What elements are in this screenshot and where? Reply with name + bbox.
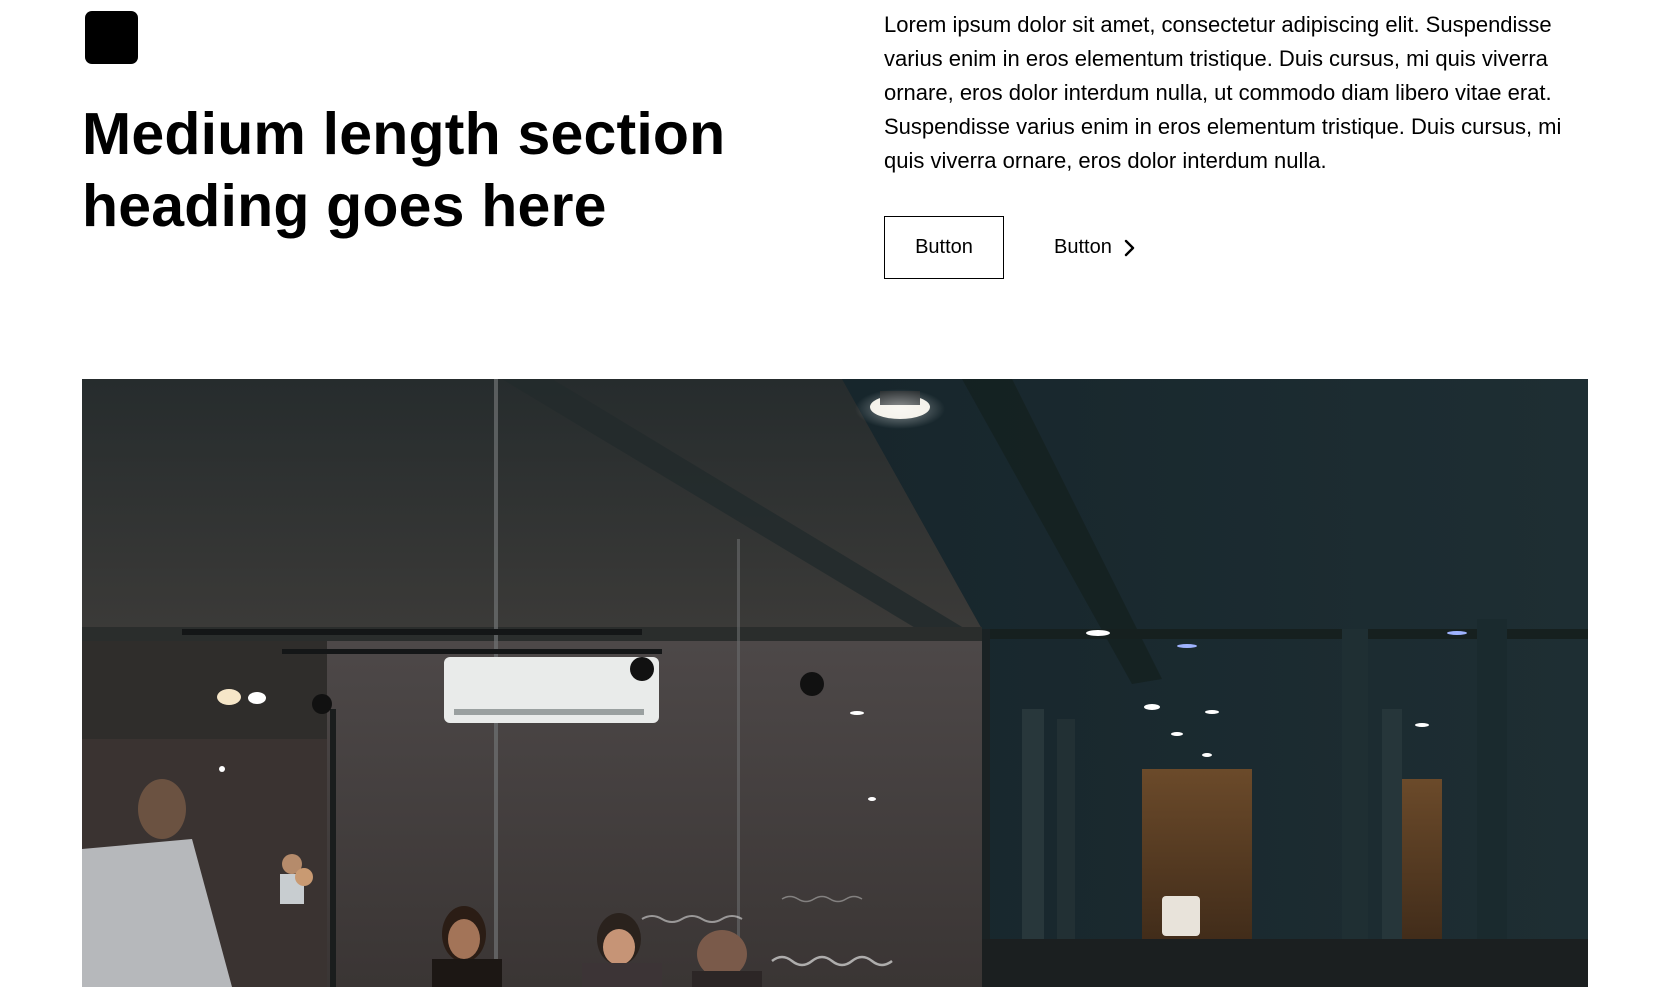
secondary-button[interactable]: Button (1054, 216, 1136, 279)
section-body-text: Lorem ipsum dolor sit amet, consectetur … (884, 12, 1562, 173)
logo-icon (85, 11, 138, 64)
secondary-button-label: Button (1054, 236, 1112, 258)
page: Medium length section heading goes here … (0, 0, 1665, 987)
primary-button-label: Button (915, 236, 973, 258)
chevron-right-icon (1122, 238, 1136, 258)
office-photo (82, 379, 1588, 987)
section-heading: Medium length section heading goes here (82, 101, 726, 239)
primary-button[interactable]: Button (884, 216, 1004, 279)
